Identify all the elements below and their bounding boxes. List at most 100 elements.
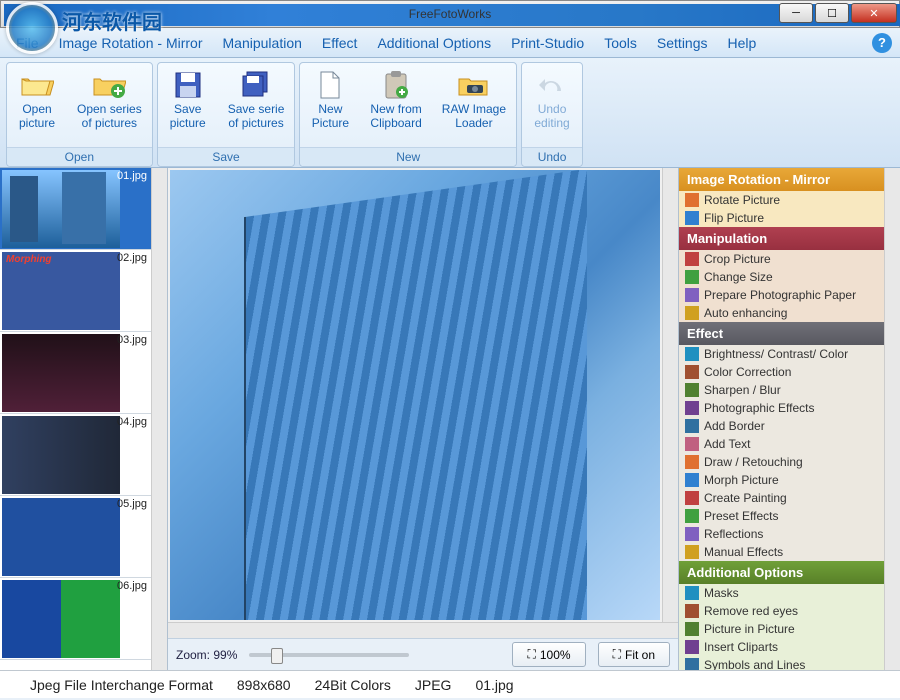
tool-panel-scrollbar[interactable] bbox=[884, 168, 900, 670]
canvas-column: Zoom: 99% ⛶100% ⛶Fit on bbox=[168, 168, 678, 670]
menu-manipulation[interactable]: Manipulation bbox=[213, 31, 312, 55]
thumbnail-name: 06.jpg bbox=[117, 580, 147, 592]
save-series-label: Save serie of pictures bbox=[228, 103, 285, 131]
panel-item[interactable]: Remove red eyes bbox=[679, 602, 884, 620]
panel-item[interactable]: Add Text bbox=[679, 435, 884, 453]
save-series-button[interactable]: Save serie of pictures bbox=[218, 63, 295, 147]
undo-label: Undo editing bbox=[534, 103, 569, 131]
panel-item[interactable]: Preset Effects bbox=[679, 507, 884, 525]
panel-item-icon bbox=[685, 365, 699, 379]
thumbnail-image bbox=[2, 416, 120, 494]
new-picture-button[interactable]: New Picture bbox=[300, 63, 360, 147]
new-clipboard-button[interactable]: New from Clipboard bbox=[360, 63, 431, 147]
close-button[interactable]: ✕ bbox=[851, 3, 897, 23]
zoom-fit-button[interactable]: ⛶Fit on bbox=[598, 642, 670, 667]
panel-item[interactable]: Add Border bbox=[679, 417, 884, 435]
panel-item-icon bbox=[685, 658, 699, 670]
panel-item[interactable]: Draw / Retouching bbox=[679, 453, 884, 471]
thumbnail-image bbox=[2, 170, 120, 248]
panel-item[interactable]: Morph Picture bbox=[679, 471, 884, 489]
thumbnail-item[interactable]: Morphing 02.jpg bbox=[0, 250, 151, 332]
panel-header-red: Manipulation bbox=[679, 227, 884, 250]
zoom-label: Zoom: 99% bbox=[176, 648, 237, 662]
panel-item-icon bbox=[685, 622, 699, 636]
window-title: FreeFotoWorks bbox=[409, 7, 491, 21]
canvas-hscrollbar[interactable] bbox=[168, 622, 678, 638]
undo-button: Undo editing bbox=[522, 63, 582, 147]
menu-settings[interactable]: Settings bbox=[647, 31, 718, 55]
thumbnail-scrollbar[interactable] bbox=[151, 168, 167, 670]
zoom-fit-icon: ⛶ bbox=[613, 647, 621, 662]
panel-item-icon bbox=[685, 347, 699, 361]
status-format: Jpeg File Interchange Format bbox=[30, 677, 213, 693]
zoom-bar: Zoom: 99% ⛶100% ⛶Fit on bbox=[168, 638, 678, 670]
panel-item[interactable]: Masks bbox=[679, 584, 884, 602]
panel-item-icon bbox=[685, 455, 699, 469]
help-icon[interactable]: ? bbox=[872, 33, 892, 53]
panel-item[interactable]: Brightness/ Contrast/ Color bbox=[679, 345, 884, 363]
panel-header-orange: Image Rotation - Mirror bbox=[679, 168, 884, 191]
zoom-100-button[interactable]: ⛶100% bbox=[512, 642, 585, 667]
new-clipboard-label: New from Clipboard bbox=[370, 103, 421, 131]
panel-item[interactable]: Create Painting bbox=[679, 489, 884, 507]
save-picture-button[interactable]: Save picture bbox=[158, 63, 218, 147]
panel-item[interactable]: Change Size bbox=[679, 268, 884, 286]
panel-item-label: Rotate Picture bbox=[704, 193, 780, 207]
menu-additional-options[interactable]: Additional Options bbox=[367, 31, 501, 55]
panel-header-gray: Effect bbox=[679, 322, 884, 345]
maximize-button[interactable]: ☐ bbox=[815, 3, 849, 23]
thumbnail-item[interactable]: 04.jpg bbox=[0, 414, 151, 496]
thumbnail-item[interactable]: 01.jpg bbox=[0, 168, 151, 250]
thumbnail-item[interactable]: 06.jpg bbox=[0, 578, 151, 660]
panel-item-label: Brightness/ Contrast/ Color bbox=[704, 347, 848, 361]
thumbnail-name: 03.jpg bbox=[117, 334, 147, 346]
zoom-slider[interactable] bbox=[249, 653, 409, 657]
panel-item-label: Add Border bbox=[704, 419, 765, 433]
status-depth: 24Bit Colors bbox=[315, 677, 391, 693]
panel-item[interactable]: Color Correction bbox=[679, 363, 884, 381]
panel-item[interactable]: Reflections bbox=[679, 525, 884, 543]
panel-item-icon bbox=[685, 288, 699, 302]
panel-item-icon bbox=[685, 306, 699, 320]
panel-item[interactable]: Sharpen / Blur bbox=[679, 381, 884, 399]
panel-item-icon bbox=[685, 509, 699, 523]
panel-item[interactable]: Auto enhancing bbox=[679, 304, 884, 322]
minimize-button[interactable]: ─ bbox=[779, 3, 813, 23]
panel-item-icon bbox=[685, 211, 699, 225]
panel-item[interactable]: Flip Picture bbox=[679, 209, 884, 227]
status-dimensions: 898x680 bbox=[237, 677, 291, 693]
panel-item[interactable]: Manual Effects bbox=[679, 543, 884, 561]
panel-item[interactable]: Crop Picture bbox=[679, 250, 884, 268]
panel-item-label: Photographic Effects bbox=[704, 401, 815, 415]
floppy-icon bbox=[170, 69, 206, 101]
panel-header-green: Additional Options bbox=[679, 561, 884, 584]
panel-item-label: Reflections bbox=[704, 527, 763, 541]
open-picture-button[interactable]: Open picture bbox=[7, 63, 67, 147]
panel-item[interactable]: Photographic Effects bbox=[679, 399, 884, 417]
thumbnail-item[interactable]: 03.jpg bbox=[0, 332, 151, 414]
raw-loader-button[interactable]: RAW Image Loader bbox=[432, 63, 516, 147]
canvas-vscrollbar[interactable] bbox=[662, 168, 678, 622]
menu-tools[interactable]: Tools bbox=[594, 31, 647, 55]
panel-item-icon bbox=[685, 383, 699, 397]
panel-item[interactable]: Rotate Picture bbox=[679, 191, 884, 209]
menu-effect[interactable]: Effect bbox=[312, 31, 368, 55]
panel-item[interactable]: Prepare Photographic Paper bbox=[679, 286, 884, 304]
floppy-multi-icon bbox=[238, 69, 274, 101]
canvas-view[interactable] bbox=[170, 170, 660, 620]
panel-item-label: Prepare Photographic Paper bbox=[704, 288, 856, 302]
menu-print-studio[interactable]: Print-Studio bbox=[501, 31, 594, 55]
panel-item-label: Manual Effects bbox=[704, 545, 783, 559]
panel-item[interactable]: Picture in Picture bbox=[679, 620, 884, 638]
panel-item[interactable]: Symbols and Lines bbox=[679, 656, 884, 670]
panel-item-label: Sharpen / Blur bbox=[704, 383, 781, 397]
panel-item-icon bbox=[685, 491, 699, 505]
panel-item[interactable]: Insert Cliparts bbox=[679, 638, 884, 656]
save-picture-label: Save picture bbox=[170, 103, 206, 131]
ribbon-group-save: Save picture Save serie of pictures Save bbox=[157, 62, 296, 167]
panel-item-label: Flip Picture bbox=[704, 211, 764, 225]
panel-item-icon bbox=[685, 604, 699, 618]
thumbnail-item[interactable]: 05.jpg bbox=[0, 496, 151, 578]
open-series-button[interactable]: Open series of pictures bbox=[67, 63, 152, 147]
menu-help[interactable]: Help bbox=[718, 31, 767, 55]
